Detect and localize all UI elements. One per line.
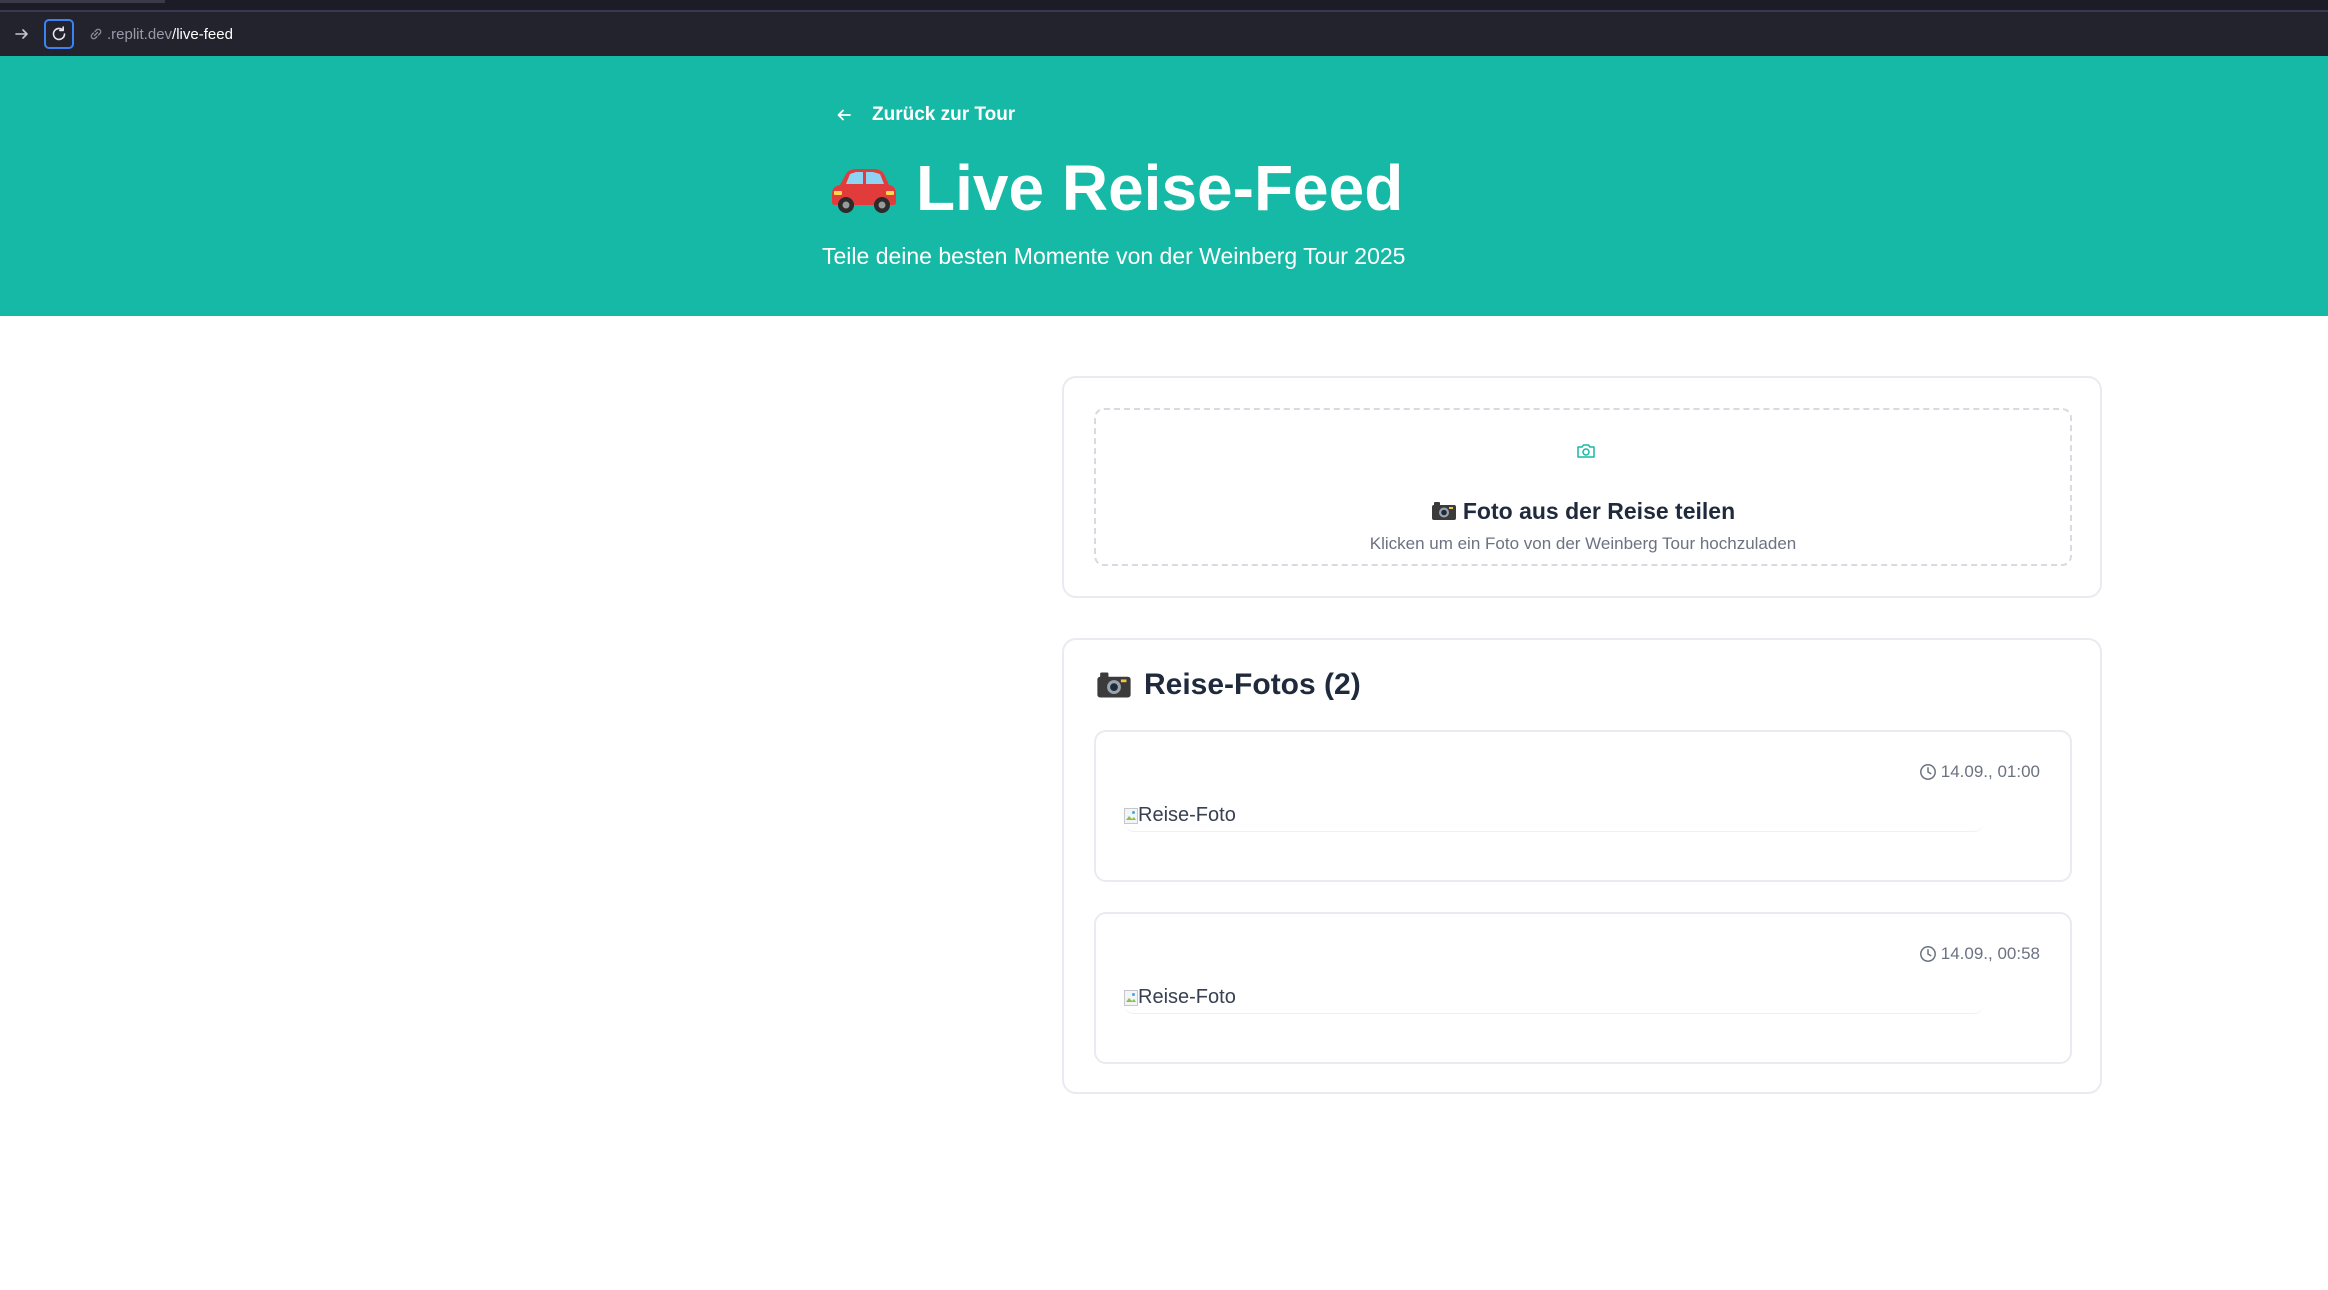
- upload-title: Foto aus der Reise teilen: [1096, 498, 2070, 525]
- forward-button[interactable]: [0, 12, 44, 56]
- back-to-tour-link[interactable]: Zurück zur Tour: [836, 104, 1015, 126]
- url-path: /live-feed: [172, 25, 233, 43]
- upload-card: Foto aus der Reise teilen Klicken um ein…: [1062, 376, 2102, 598]
- broken-image-icon: [1124, 989, 1138, 1006]
- car-icon: [832, 169, 896, 213]
- arrow-right-icon: [15, 29, 28, 39]
- page-title-text: Live Reise-Feed: [916, 152, 1404, 224]
- post-timestamp: 14.09., 00:58: [1919, 944, 2040, 964]
- page-subtitle: Teile deine besten Momente von der Weinb…: [822, 243, 1406, 269]
- url-field[interactable]: .replit.dev/live-feed: [88, 26, 233, 43]
- back-link-label: Zurück zur Tour: [872, 104, 1016, 125]
- post-photo-alt: Reise-Foto: [1138, 804, 1236, 826]
- reload-icon: [52, 26, 66, 41]
- post-time-text: 14.09., 00:58: [1940, 944, 2040, 963]
- camera-icon: [1577, 444, 1595, 458]
- photo-upload-dropzone[interactable]: Foto aus der Reise teilen Klicken um ein…: [1094, 408, 2072, 566]
- hero-header: Zurück zur Tour Live Reise-Feed Teile de…: [0, 56, 2328, 316]
- reload-button[interactable]: [44, 19, 74, 49]
- feed-post: 14.09., 01:00 Reise-Foto: [1094, 730, 2072, 882]
- post-timestamp: 14.09., 01:00: [1919, 762, 2040, 782]
- feed-title-text: Reise-Fotos (2): [1144, 668, 1361, 701]
- post-photo-alt: Reise-Foto: [1138, 986, 1236, 1008]
- url-domain: .replit.dev: [107, 25, 173, 43]
- camera-flash-icon: [1097, 672, 1131, 698]
- upload-title-text: Foto aus der Reise teilen: [1462, 498, 1736, 524]
- link-icon: [90, 28, 102, 40]
- post-photo[interactable]: Reise-Foto: [1124, 800, 1984, 832]
- upload-hint: Klicken um ein Foto von der Weinberg Tou…: [1369, 534, 1797, 553]
- feed-card: Reise-Fotos (2) 14.09., 01:00 Reise-Foto: [1062, 638, 2102, 1094]
- camera-flash-icon: [1431, 502, 1456, 520]
- feed-post: 14.09., 00:58 Reise-Foto: [1094, 912, 2072, 1064]
- clock-icon: [1919, 764, 1936, 780]
- feed-title: Reise-Fotos (2): [1096, 668, 1361, 702]
- arrow-left-icon: [837, 109, 851, 121]
- broken-image-icon: [1124, 807, 1138, 824]
- browser-address-bar: .replit.dev/live-feed: [0, 12, 2328, 56]
- page-title: Live Reise-Feed: [826, 151, 1403, 225]
- post-time-text: 14.09., 01:00: [1940, 762, 2040, 781]
- post-photo[interactable]: Reise-Foto: [1124, 982, 1984, 1014]
- browser-tab-stub[interactable]: [0, 0, 165, 3]
- browser-top-strip: [0, 0, 2328, 12]
- clock-icon: [1919, 946, 1936, 962]
